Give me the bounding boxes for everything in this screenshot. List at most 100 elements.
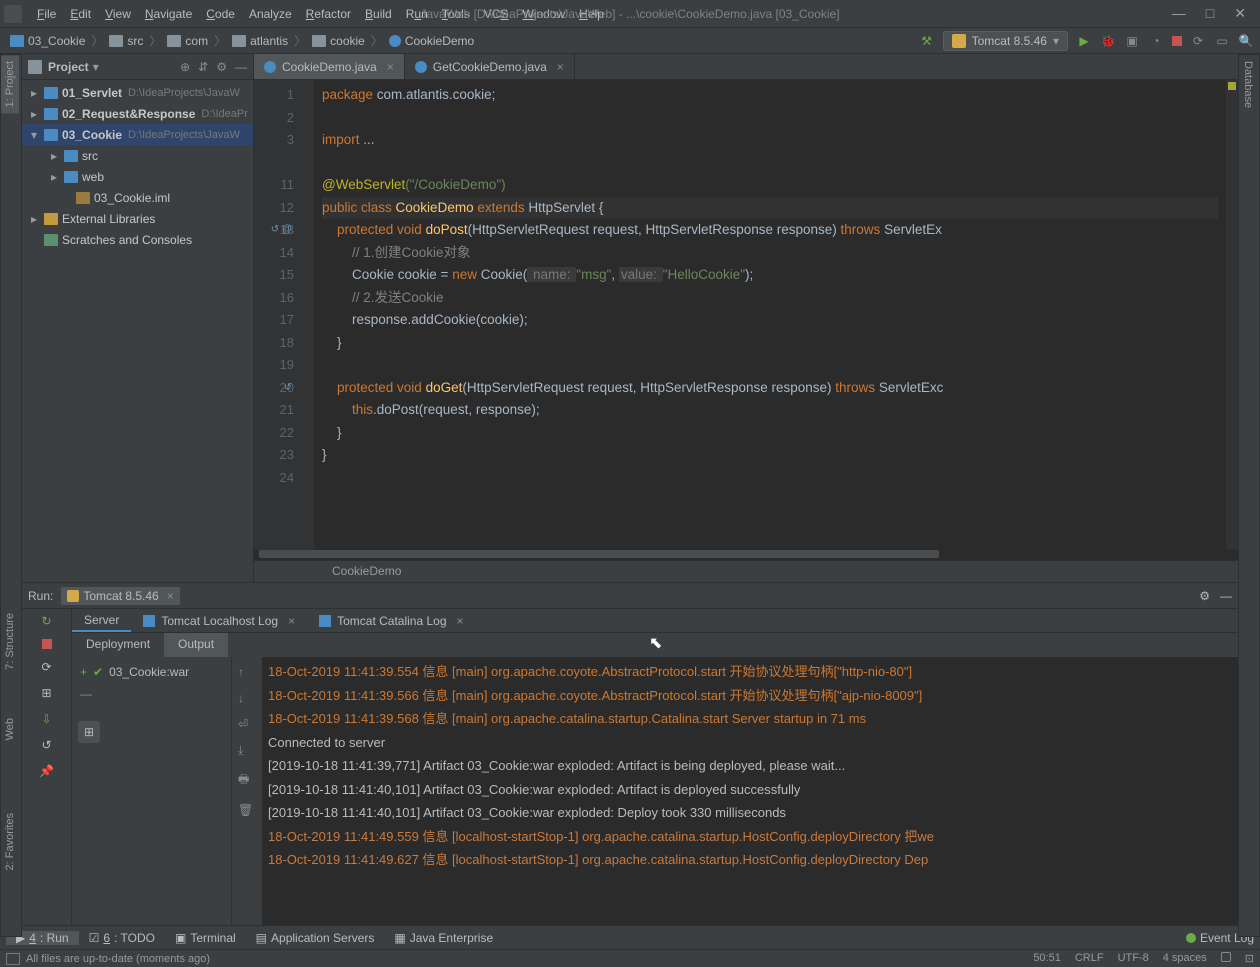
toolwin-terminal[interactable]: ▣ Terminal xyxy=(165,931,246,945)
file-encoding[interactable]: UTF-8 xyxy=(1118,952,1149,965)
stripe-structure[interactable]: 7: Structure xyxy=(1,607,19,676)
scroll-to-end-icon[interactable]: ⤓ xyxy=(238,743,256,758)
breadcrumb-module[interactable]: 03_Cookie xyxy=(6,34,89,48)
rerun-icon[interactable]: ↻ xyxy=(39,613,55,629)
stop-run-icon[interactable] xyxy=(42,639,52,649)
menu-navigate[interactable]: Navigate xyxy=(138,7,199,21)
warning-marker-icon[interactable] xyxy=(1228,82,1236,90)
status-messages-icon[interactable] xyxy=(6,953,20,965)
layout-icon[interactable]: ▭ xyxy=(1214,33,1230,49)
debug-icon[interactable]: 🐞 xyxy=(1100,33,1116,49)
stripe-web[interactable]: Web xyxy=(1,712,19,746)
stop-icon[interactable] xyxy=(1172,36,1182,46)
update-icon[interactable]: ⟳ xyxy=(39,659,55,675)
run-hide-icon[interactable]: — xyxy=(1220,589,1232,603)
code-editor-content[interactable]: package com.atlantis.cookie; import ... … xyxy=(314,80,1226,550)
soft-wrap-icon[interactable]: ⏎ xyxy=(238,717,256,731)
run-tab-server[interactable]: Server xyxy=(72,609,131,632)
print-icon[interactable]: 🖶 xyxy=(238,770,256,791)
run-config-tab[interactable]: Tomcat 8.5.46× xyxy=(61,587,179,605)
readonly-lock-icon[interactable] xyxy=(1221,952,1231,962)
deployment-artifact[interactable]: + ✔ 03_Cookie:war xyxy=(78,663,225,681)
search-everywhere-icon[interactable]: 🔍 xyxy=(1238,33,1254,49)
close-tab-icon[interactable]: × xyxy=(387,60,394,74)
window-title: JavaWeb [D:\IdeaProjects\JavaWeb] - ...\… xyxy=(420,7,839,21)
build-icon[interactable]: ⚒ xyxy=(919,33,935,49)
stripe-favorites[interactable]: 2: Favorites xyxy=(1,807,19,876)
settings-icon[interactable]: ⚙ xyxy=(216,60,227,74)
profile-icon[interactable]: ◔ xyxy=(1148,33,1164,49)
ok-status-icon: ✔ xyxy=(93,665,103,679)
toolwin-appservers[interactable]: ▤ Application Servers xyxy=(246,931,385,945)
toolwin-todo[interactable]: ☑ 6: TODO xyxy=(79,931,165,945)
minimize-button[interactable]: — xyxy=(1172,5,1186,22)
menu-build[interactable]: Build xyxy=(358,7,399,21)
breadcrumb-class[interactable]: CookieDemo xyxy=(385,34,478,48)
memory-indicator-icon[interactable]: ⊡ xyxy=(1245,952,1254,965)
reload-icon[interactable]: ↺ xyxy=(39,737,55,753)
scroll-up-icon[interactable]: ↑ xyxy=(238,665,256,679)
tree-item-iml[interactable]: 03_Cookie.iml xyxy=(22,187,253,208)
artifact-settings-icon[interactable]: ⊞ xyxy=(78,721,100,743)
editor-tab-getcookiedemo[interactable]: GetCookieDemo.java× xyxy=(405,54,575,79)
editor-tab-cookiedemo[interactable]: CookieDemo.java× xyxy=(254,54,405,79)
tree-item-03cookie[interactable]: ▾03_CookieD:\IdeaProjects\JavaW xyxy=(22,124,253,145)
tree-item-external-libs[interactable]: ▸External Libraries xyxy=(22,208,253,229)
app-logo-icon xyxy=(4,5,22,23)
clear-icon[interactable]: 🗑 xyxy=(238,803,256,817)
java-class-icon xyxy=(264,61,276,73)
menu-file[interactable]: File xyxy=(30,7,63,21)
menu-code[interactable]: Code xyxy=(199,7,242,21)
remove-artifact-icon[interactable]: — xyxy=(80,687,92,701)
open-browser-icon[interactable]: ⊞ xyxy=(39,685,55,701)
tree-item-scratches[interactable]: Scratches and Consoles xyxy=(22,229,253,250)
menu-bar: File Edit View Navigate Code Analyze Ref… xyxy=(0,0,1260,28)
run-tab-localhost-log[interactable]: Tomcat Localhost Log× xyxy=(131,609,307,632)
tree-item-01servlet[interactable]: ▸01_ServletD:\IdeaProjects\JavaW xyxy=(22,82,253,103)
breadcrumb-src[interactable]: src xyxy=(105,34,147,48)
update-app-icon[interactable]: ⟳ xyxy=(1190,33,1206,49)
coverage-icon[interactable]: ▣ xyxy=(1124,33,1140,49)
run-tab-catalina-log[interactable]: Tomcat Catalina Log× xyxy=(307,609,475,632)
run-tab-output[interactable]: Output xyxy=(164,633,228,657)
breadcrumb-com[interactable]: com xyxy=(163,34,212,48)
menu-analyze[interactable]: Analyze xyxy=(242,7,299,21)
editor-gutter[interactable]: 1 2 3 11 12 13↺ @ 14 15 16 17 18 19 20↺ … xyxy=(254,80,314,550)
tree-item-src[interactable]: ▸src xyxy=(22,145,253,166)
editor-h-scrollbar[interactable] xyxy=(254,550,1238,560)
add-icon[interactable]: + xyxy=(80,665,87,679)
run-settings-icon[interactable]: ⚙ xyxy=(1199,589,1210,603)
deploy-all-icon[interactable]: ⇩ xyxy=(39,711,55,727)
tomcat-icon xyxy=(952,34,966,48)
collapse-icon[interactable]: ⇵ xyxy=(198,60,208,74)
breadcrumb-atlantis[interactable]: atlantis xyxy=(228,34,292,48)
error-stripe[interactable] xyxy=(1226,80,1238,550)
maximize-button[interactable]: □ xyxy=(1206,5,1214,22)
tree-item-02request[interactable]: ▸02_Request&ResponseD:\IdeaPr xyxy=(22,103,253,124)
line-separator[interactable]: CRLF xyxy=(1075,952,1104,965)
project-panel-title[interactable]: Project xyxy=(48,60,89,74)
project-tree[interactable]: ▸01_ServletD:\IdeaProjects\JavaW ▸02_Req… xyxy=(22,80,253,582)
stripe-database[interactable]: Database xyxy=(1239,55,1257,114)
caret-position[interactable]: 50:51 xyxy=(1033,952,1061,965)
pin-icon[interactable]: 📌 xyxy=(39,763,55,779)
close-button[interactable]: ✕ xyxy=(1234,5,1246,22)
menu-view[interactable]: View xyxy=(98,7,138,21)
hide-icon[interactable]: — xyxy=(235,60,247,74)
tree-item-web[interactable]: ▸web xyxy=(22,166,253,187)
menu-edit[interactable]: Edit xyxy=(63,7,98,21)
run-icon[interactable]: ▶ xyxy=(1076,33,1092,49)
indent-info[interactable]: 4 spaces xyxy=(1163,952,1207,965)
editor-breadcrumb[interactable]: CookieDemo xyxy=(254,560,1238,582)
toolwin-javaee[interactable]: ▦ Java Enterprise xyxy=(384,931,503,945)
scroll-down-icon[interactable]: ↓ xyxy=(238,691,256,705)
stripe-project[interactable]: 1: Project xyxy=(1,55,19,113)
breadcrumb-cookie[interactable]: cookie xyxy=(308,34,369,48)
run-tab-deployment[interactable]: Deployment xyxy=(72,633,164,657)
close-tab-icon[interactable]: × xyxy=(557,60,564,74)
locate-icon[interactable]: ⊕ xyxy=(180,60,190,74)
run-config-label: Tomcat 8.5.46 xyxy=(972,34,1047,48)
run-config-selector[interactable]: Tomcat 8.5.46 ▾ xyxy=(943,31,1068,51)
console-output[interactable]: 18-Oct-2019 11:41:39.554 信息 [main] org.a… xyxy=(262,657,1238,925)
menu-refactor[interactable]: Refactor xyxy=(299,7,358,21)
